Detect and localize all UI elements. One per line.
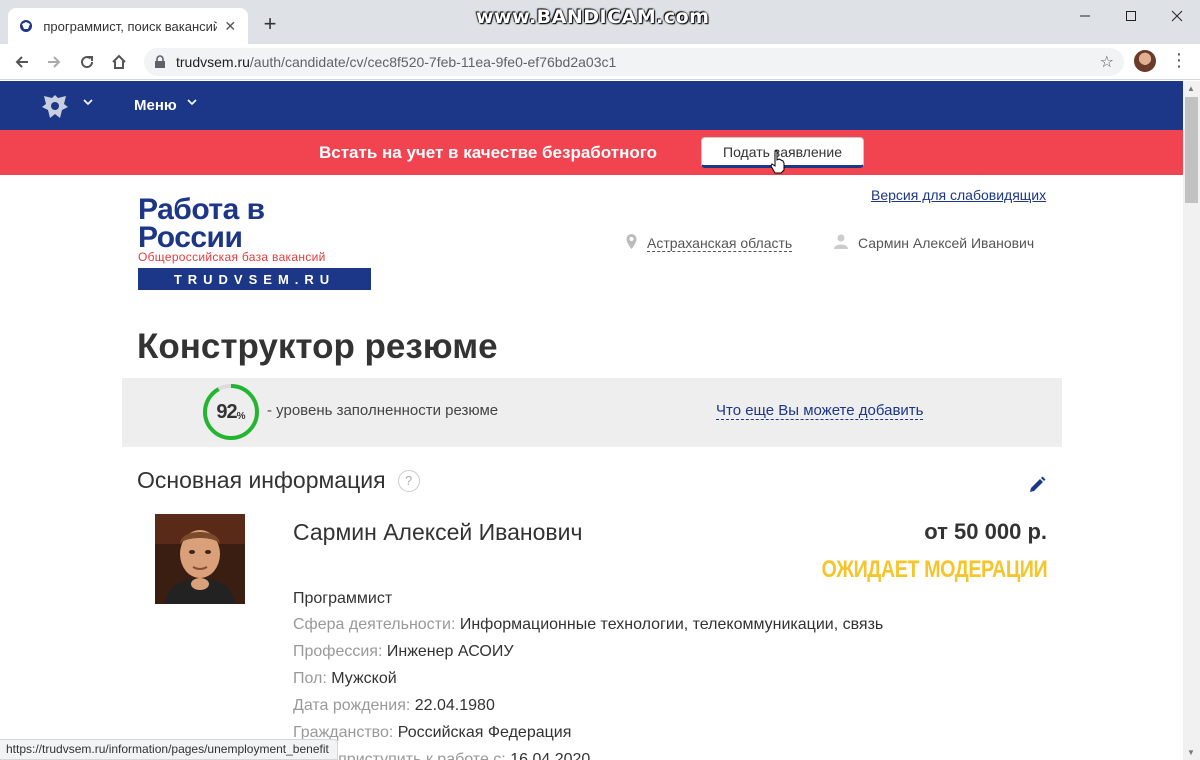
bookmark-star-icon[interactable]: ☆ [1100,52,1114,72]
region-selector[interactable]: Астраханская область [626,234,793,252]
section-title-text: Основная информация [137,467,386,493]
logo-subtitle: Общероссийская база вакансий [138,250,326,264]
unemployment-banner: Встать на учет в качестве безработного П… [0,130,1183,175]
tab-title: программист, поиск вакансий и [43,18,217,34]
scroll-up-icon[interactable]: ▲ [1187,84,1195,93]
page-title: Конструктор резюме [137,327,498,366]
field-label: Дата рождения: [293,697,411,714]
field-value: Информационные технологии, телекоммуника… [459,616,884,633]
scroll-down-icon[interactable]: ▼ [1187,748,1195,757]
recording-watermark: www.BANDICAM.com [476,6,710,28]
field-value: Мужской [331,670,397,687]
field-value: Российская Федерация [397,724,572,741]
minimize-icon[interactable] [1062,0,1108,32]
moderation-status-badge: ОЖИДАЕТ МОДЕРАЦИИ [821,556,1047,583]
field-label: Профессия: [293,643,383,660]
field-label: Сфера деятельности: [293,616,456,633]
progress-unit: % [236,410,246,422]
field-sphere: Сфера деятельности: Информационные техно… [293,616,883,634]
browser-toolbar: trudvsem.ru/auth/candidate/cv/cec8f520-7… [0,44,1200,80]
maximize-icon[interactable] [1108,0,1154,32]
url-text: trudvsem.ru/auth/candidate/cv/cec8f520-7… [176,54,616,70]
help-icon[interactable]: ? [397,469,420,492]
candidate-photo [155,514,245,604]
menu-chevron-down-icon[interactable] [186,95,198,111]
field-birthdate: Дата рождения: 22.04.1980 [293,697,495,715]
logo-title: Работа в России [138,193,265,254]
address-bar[interactable]: trudvsem.ru/auth/candidate/cv/cec8f520-7… [144,48,1124,76]
scrollbar-thumb[interactable] [1185,97,1198,203]
hand-cursor-icon [770,150,786,174]
browser-titlebar: программист, поиск вакансий и ✕ + www.BA… [0,0,1200,44]
site-navbar: Меню [0,81,1183,130]
user-profile-link[interactable]: Сармин Алексей Иванович [834,234,1034,252]
user-icon [834,234,848,252]
candidate-name: Сармин Алексей Иванович [293,519,583,545]
url-host: trudvsem.ru [176,54,250,70]
progress-label: - уровень заполненности резюме [267,402,499,419]
emblem-favicon-icon [18,18,33,34]
browser-tab[interactable]: программист, поиск вакансий и ✕ [8,8,248,44]
main-menu-button[interactable]: Меню [134,97,177,114]
browser-menu-icon[interactable]: ⋮ [1170,48,1188,72]
back-icon[interactable] [10,50,34,74]
site-logo[interactable]: Работа в России Общероссийская база вака… [138,193,372,290]
banner-text: Встать на учет в качестве безработного [319,143,657,162]
forward-icon[interactable] [42,50,66,74]
coat-of-arms-icon[interactable] [40,92,70,120]
profile-avatar[interactable] [1134,50,1156,72]
progress-number: 92 [216,400,237,423]
field-value: 22.04.1980 [414,697,495,714]
region-name: Астраханская область [647,234,793,252]
main-info-heading: Основная информация ? [137,467,420,494]
field-value: Инженер АСОИУ [386,643,514,660]
accessibility-version-link[interactable]: Версия для слабовидящих [871,187,1046,203]
home-icon[interactable] [107,50,131,74]
edit-pencil-icon[interactable] [1027,475,1047,495]
progress-value: 92% [202,383,260,441]
link-status-url: https://trudvsem.ru/information/pages/un… [0,739,338,760]
page-scrollbar[interactable]: ▲ ▼ [1183,81,1200,760]
new-tab-button[interactable]: + [258,12,282,36]
url-path: /auth/candidate/cv/cec8f520-7feb-11ea-9f… [249,54,617,70]
user-name: Сармин Алексей Иванович [858,235,1035,251]
what-else-to-add-link[interactable]: Что еще Вы можете добавить [716,402,924,420]
field-profession: Профессия: Инженер АСОИУ [293,643,514,661]
reload-icon[interactable] [75,50,99,74]
location-pin-icon [626,234,637,252]
tab-close-icon[interactable]: ✕ [223,18,238,35]
logo-domain: TRUDVSEM.RU [138,268,371,290]
lock-icon [154,55,166,69]
chevron-down-icon[interactable] [82,95,94,111]
window-close-icon[interactable] [1154,0,1200,32]
field-value: 16.04.2020 [510,751,591,760]
field-label: Пол: [293,670,327,687]
desired-salary: от 50 000 р. [924,519,1047,544]
resume-completeness-panel: 92% - уровень заполненности резюме Что е… [122,378,1062,447]
position-title: Программист [293,590,393,607]
field-gender: Пол: Мужской [293,670,397,688]
